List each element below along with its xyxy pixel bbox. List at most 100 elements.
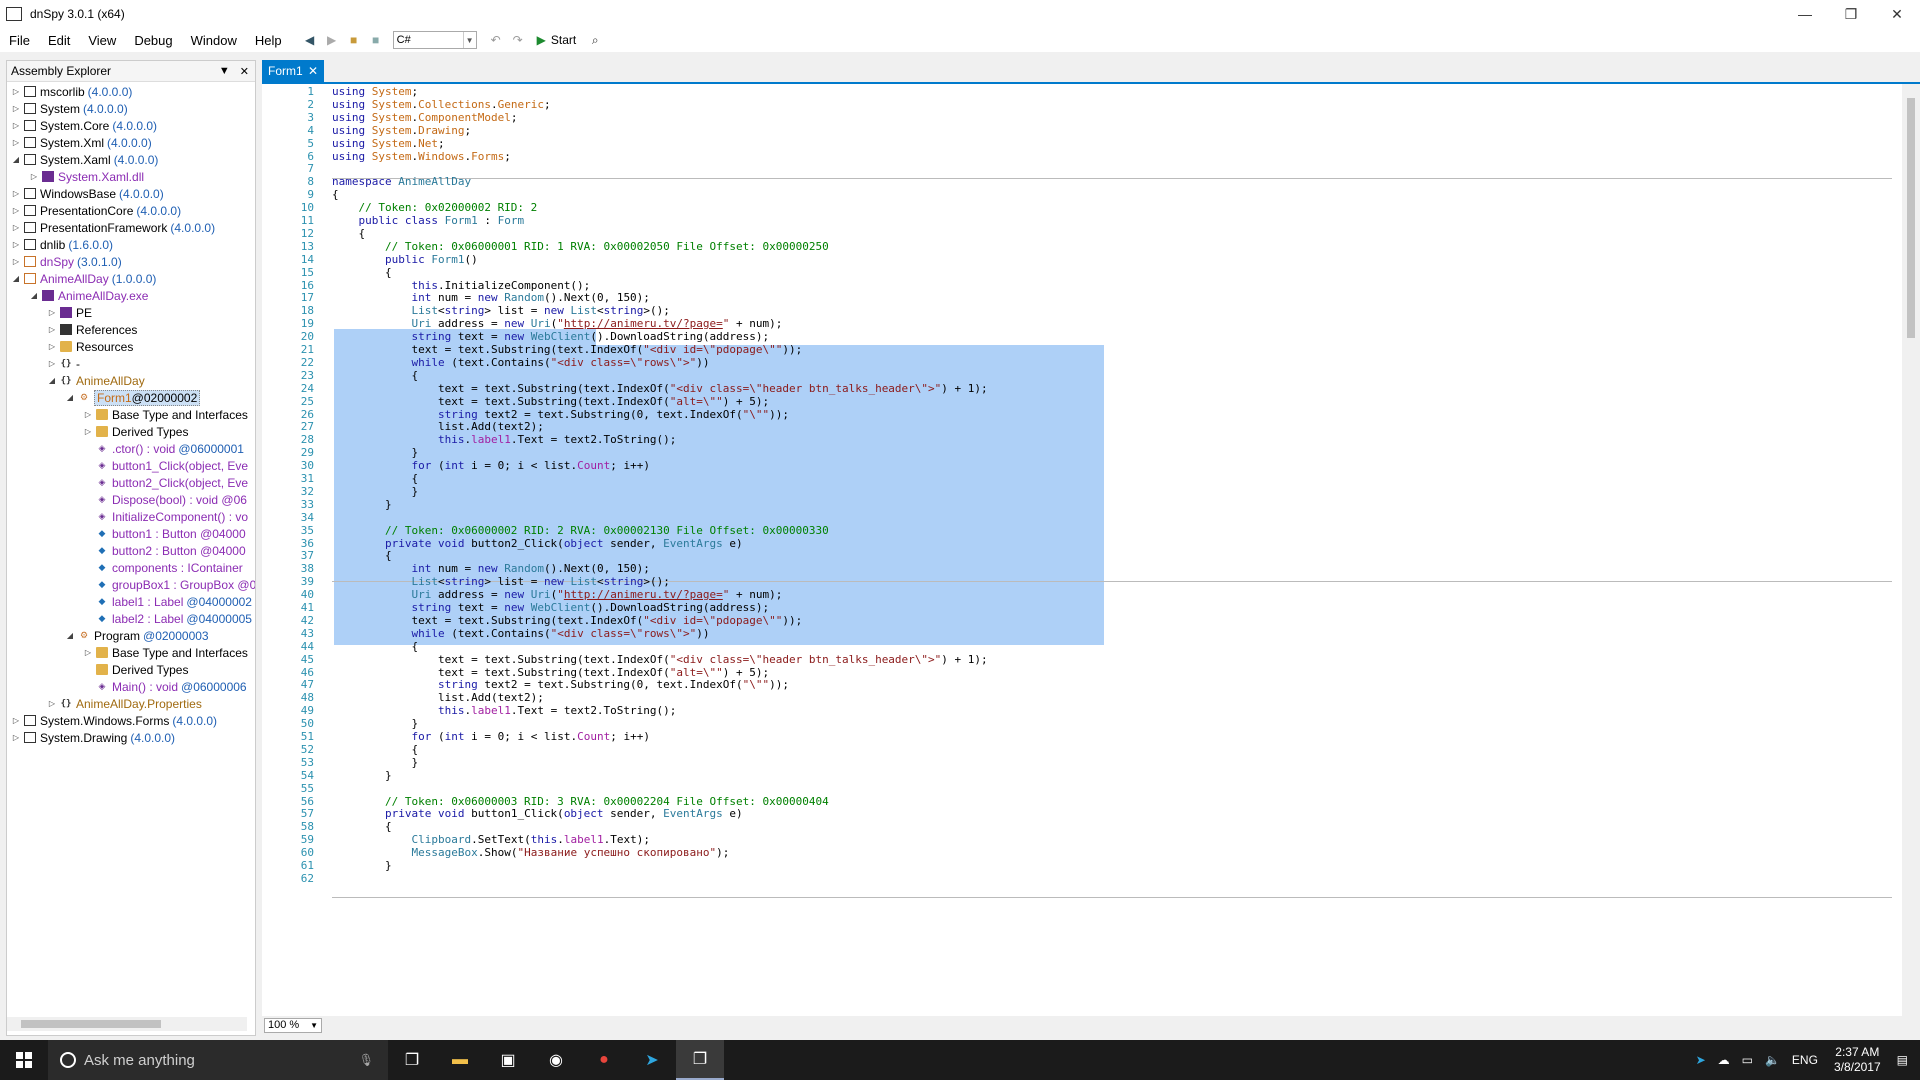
tree-node[interactable]: ▷ System.Drawing (4.0.0.0) — [11, 729, 175, 746]
code-line[interactable]: 24 text = text.Substring(text.IndexOf("<… — [262, 382, 1902, 395]
tree-node[interactable]: ◈ Main() : void @06000006 — [93, 678, 247, 695]
code-line[interactable]: 4 using System.Drawing; — [262, 124, 1902, 137]
tree-node[interactable]: ◢ AnimeAllDay.exe — [29, 287, 149, 304]
explorer-horizontal-scrollbar[interactable] — [7, 1017, 247, 1031]
code-line[interactable]: 6 using System.Windows.Forms; — [262, 150, 1902, 163]
tree-node[interactable]: ◆ label2 : Label @04000005 — [93, 610, 252, 627]
tree-node[interactable]: ◆ button2 : Button @04000 — [93, 542, 246, 559]
tree-node[interactable]: ◢ System.Xaml (4.0.0.0) — [11, 151, 158, 168]
cortana-search[interactable]: Ask me anything 🎙 — [48, 1040, 388, 1080]
forward-icon[interactable]: ▶ — [323, 31, 341, 49]
network-icon[interactable]: ▭ — [1742, 1053, 1753, 1067]
tree-node[interactable]: ◆ button1 : Button @04000 — [93, 525, 246, 542]
code-line[interactable]: 46 text = text.Substring(text.IndexOf("a… — [262, 666, 1902, 679]
menu-file[interactable]: File — [0, 33, 39, 48]
code-line[interactable]: 20 string text = new WebClient().Downloa… — [262, 330, 1902, 343]
task-view-icon[interactable]: ❐ — [388, 1040, 436, 1080]
tree-node[interactable]: ▷{} AnimeAllDay.Properties — [47, 695, 202, 712]
code-line[interactable]: 34 — [262, 511, 1902, 524]
code-line[interactable]: 29 } — [262, 446, 1902, 459]
code-line[interactable]: 25 text = text.Substring(text.IndexOf("a… — [262, 395, 1902, 408]
tree-node[interactable]: ▷ References — [47, 321, 137, 338]
search-icon[interactable]: ⌕ — [586, 31, 604, 49]
notifications-icon[interactable]: ▤ — [1897, 1053, 1908, 1067]
code-line[interactable]: 22 while (text.Contains("<div class=\"ro… — [262, 356, 1902, 369]
code-line[interactable]: 58 { — [262, 820, 1902, 833]
code-line[interactable]: 3 using System.ComponentModel; — [262, 111, 1902, 124]
store-icon[interactable]: ▣ — [484, 1040, 532, 1080]
tree-node[interactable]: ▷ System.Windows.Forms (4.0.0.0) — [11, 712, 217, 729]
tree-node[interactable]: ▷ PresentationFramework (4.0.0.0) — [11, 219, 215, 236]
code-line[interactable]: 19 Uri address = new Uri("http://animeru… — [262, 317, 1902, 330]
tree-node[interactable]: ▷ Derived Types — [83, 423, 189, 440]
clock[interactable]: 2:37 AM 3/8/2017 — [1834, 1045, 1881, 1075]
tree-node[interactable]: ▷ System.Core (4.0.0.0) — [11, 117, 157, 134]
tree-node[interactable]: ▷ System (4.0.0.0) — [11, 100, 128, 117]
tree-node[interactable]: ▷{} - — [47, 355, 80, 372]
open-icon[interactable]: ■ — [345, 31, 363, 49]
tree-node[interactable]: ◢ ⚙ Form1@02000002 — [65, 389, 201, 406]
windows-start-button[interactable] — [0, 1040, 48, 1080]
tree-node[interactable]: ▷ System.Xml (4.0.0.0) — [11, 134, 152, 151]
code-line[interactable]: 13 // Token: 0x06000001 RID: 1 RVA: 0x00… — [262, 240, 1902, 253]
tree-node[interactable]: ◈ InitializeComponent() : vo — [93, 508, 249, 525]
code-line[interactable]: 12 { — [262, 227, 1902, 240]
code-line[interactable]: 26 string text2 = text.Substring(0, text… — [262, 408, 1902, 421]
minimize-button[interactable]: — — [1782, 0, 1828, 28]
code-line[interactable]: 23 { — [262, 369, 1902, 382]
tree-node[interactable]: ◈ button2_Click(object, Eve — [93, 474, 249, 491]
back-icon[interactable]: ◀ — [301, 31, 319, 49]
tree-node[interactable]: ▷ mscorlib (4.0.0.0) — [11, 83, 132, 100]
tree-node[interactable]: ◈ .ctor() : void @06000001 — [93, 440, 244, 457]
steam-icon[interactable]: ◉ — [532, 1040, 580, 1080]
code-line[interactable]: 61 } — [262, 859, 1902, 872]
code-line[interactable]: 28 this.label1.Text = text2.ToString(); — [262, 433, 1902, 446]
tree-node[interactable]: ◆ components : IContainer — [93, 559, 243, 576]
tree-node[interactable]: ▷ WindowsBase (4.0.0.0) — [11, 185, 164, 202]
save-all-icon[interactable]: ■ — [367, 31, 385, 49]
tree-node[interactable]: ▷ Base Type and Interfaces — [83, 644, 248, 661]
volume-icon[interactable]: 🔈 — [1765, 1053, 1780, 1067]
close-icon[interactable]: ✕ — [240, 65, 249, 78]
language-select[interactable]: C# ▼ — [392, 31, 477, 49]
microphone-icon[interactable]: 🎙 — [359, 1053, 374, 1067]
code-line[interactable]: 37 { — [262, 549, 1902, 562]
onedrive-icon[interactable]: ☁ — [1718, 1053, 1730, 1067]
menu-view[interactable]: View — [79, 33, 125, 48]
tree-node[interactable]: ◆ label1 : Label @04000002 — [93, 593, 252, 610]
code-line[interactable]: 17 int num = new Random().Next(0, 150); — [262, 291, 1902, 304]
tree-node[interactable]: ▷ Resources — [47, 338, 133, 355]
code-line[interactable]: 2 using System.Collections.Generic; — [262, 98, 1902, 111]
tree-node[interactable]: ▷ System.Xaml.dll — [29, 168, 144, 185]
menu-debug[interactable]: Debug — [125, 33, 181, 48]
code-line[interactable]: 9{ — [262, 188, 1902, 201]
close-tab-icon[interactable]: ✕ — [308, 64, 318, 78]
code-line[interactable]: 62 — [262, 872, 1902, 885]
code-line[interactable]: 42 text = text.Substring(text.IndexOf("<… — [262, 614, 1902, 627]
tree-node[interactable]: ◆ groupBox1 : GroupBox @0 — [93, 576, 255, 593]
code-line[interactable]: 39 List<string> list = new List<string>(… — [262, 575, 1902, 588]
menu-help[interactable]: Help — [246, 33, 291, 48]
code-line[interactable]: 56 // Token: 0x06000003 RID: 3 RVA: 0x00… — [262, 795, 1902, 808]
code-line[interactable]: 33 } — [262, 498, 1902, 511]
code-line[interactable]: 55 — [262, 782, 1902, 795]
code-line[interactable]: 60 MessageBox.Show("Название успешно ско… — [262, 846, 1902, 859]
chrome-icon[interactable]: ● — [580, 1040, 628, 1080]
code-line[interactable]: 15 { — [262, 266, 1902, 279]
code-line[interactable]: 54 } — [262, 769, 1902, 782]
code-line[interactable]: 31 { — [262, 472, 1902, 485]
menu-edit[interactable]: Edit — [39, 33, 79, 48]
tab-form1[interactable]: Form1 ✕ — [262, 60, 324, 82]
code-line[interactable]: 59 Clipboard.SetText(this.label1.Text); — [262, 833, 1902, 846]
code-line[interactable]: 10 // Token: 0x02000002 RID: 2 — [262, 201, 1902, 214]
code-line[interactable]: 49 this.label1.Text = text2.ToString(); — [262, 704, 1902, 717]
tree-node[interactable]: Derived Types — [83, 661, 188, 678]
code-line[interactable]: 21 text = text.Substring(text.IndexOf("<… — [262, 343, 1902, 356]
code-line[interactable]: 57 private void button1_Click(object sen… — [262, 807, 1902, 820]
tree-node[interactable]: ◈ button1_Click(object, Eve — [93, 457, 249, 474]
close-button[interactable]: ✕ — [1874, 0, 1920, 28]
code-line[interactable]: 47 string text2 = text.Substring(0, text… — [262, 678, 1902, 691]
zoom-select[interactable]: 100 % ▼ — [264, 1017, 322, 1033]
code-line[interactable]: 44 { — [262, 640, 1902, 653]
code-line[interactable]: 41 string text = new WebClient().Downloa… — [262, 601, 1902, 614]
